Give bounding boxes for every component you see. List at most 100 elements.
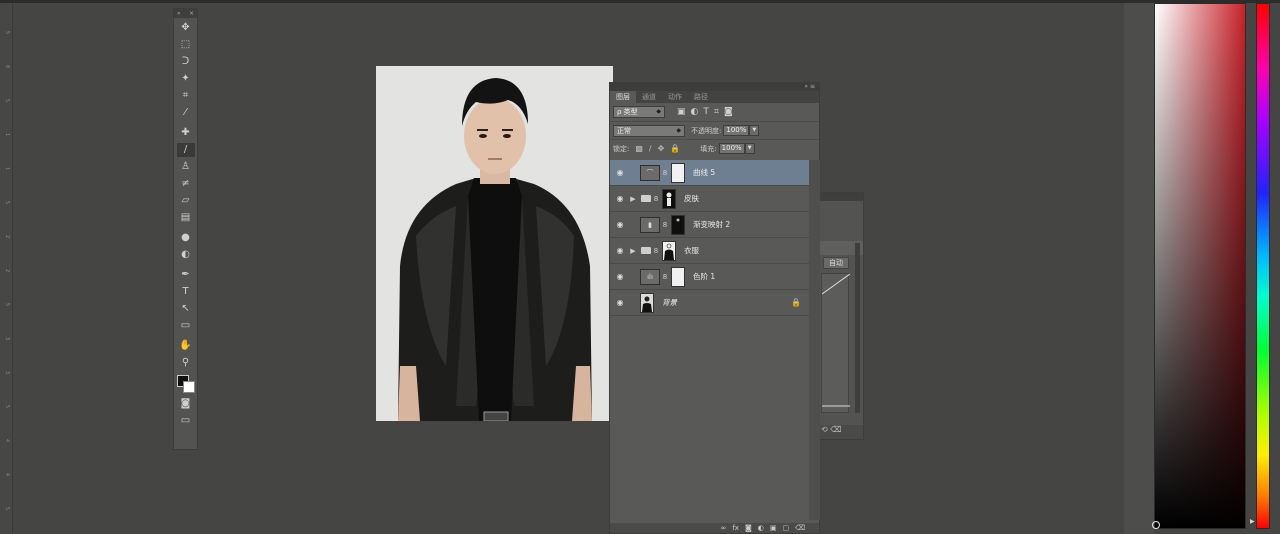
new-adjustment-icon[interactable]: ◐ (758, 523, 764, 533)
layer-row[interactable]: ◉ ⌒ 8 曲线 5 (610, 160, 809, 186)
document-canvas[interactable] (376, 66, 613, 421)
adjustment-filter-icon[interactable]: ◐ (691, 107, 699, 117)
screen-mode-icon[interactable]: ▭ (177, 414, 195, 428)
link-layers-icon[interactable]: ∞ (720, 523, 726, 533)
shape-filter-icon[interactable]: ⌗ (714, 107, 719, 117)
properties-footer[interactable]: ⟲ ⌫ (817, 425, 863, 439)
layer-mask-thumbnail[interactable] (662, 240, 676, 261)
fx-icon[interactable]: fx (732, 523, 739, 533)
crop-tool-icon[interactable]: ⌗ (177, 89, 195, 103)
color-swatches[interactable] (176, 374, 196, 394)
toolbox-header[interactable]: » × (174, 9, 197, 18)
visibility-eye-icon[interactable]: ◉ (612, 272, 628, 281)
mask-link-icon[interactable]: 8 (661, 273, 669, 281)
collapse-icon[interactable]: » (177, 9, 181, 18)
layer-mask-thumbnail[interactable] (671, 162, 685, 183)
properties-scrollbar[interactable] (855, 243, 860, 413)
hand-tool-icon[interactable]: ✋ (177, 339, 195, 353)
close-icon[interactable]: × (189, 9, 194, 18)
zoom-tool-icon[interactable]: ⚲ (177, 356, 195, 370)
quick-mask-icon[interactable]: ◙ (177, 397, 195, 411)
background-color-swatch[interactable] (182, 381, 195, 393)
lock-icons: ▩ / ✥ 🔒 (635, 144, 680, 153)
dodge-tool-icon[interactable]: ◐ (177, 248, 195, 262)
adjustment-thumbnail-icon[interactable]: ⌒ (640, 164, 660, 181)
visibility-eye-icon[interactable]: ◉ (612, 246, 628, 255)
layer-row[interactable]: ◉ ▶ 8 衣服 (610, 238, 809, 264)
fill-dropdown[interactable]: ▼ (744, 143, 755, 154)
healing-brush-tool-icon[interactable]: ✚ (177, 126, 195, 140)
tab-layers[interactable]: 图层 (610, 91, 636, 103)
move-tool-icon[interactable]: ✥ (177, 21, 195, 35)
layer-name: 背景 (662, 298, 677, 307)
folder-icon (641, 247, 651, 254)
layer-row[interactable]: ◉ ▮ 8 渐变映射 2 (610, 212, 809, 238)
lock-paint-icon[interactable]: / (649, 144, 652, 153)
delete-layer-icon[interactable]: ⌫ (795, 523, 805, 533)
type-tool-icon[interactable]: T (177, 285, 195, 299)
adjustment-thumbnail-icon[interactable]: ılı (640, 268, 660, 285)
hue-slider[interactable] (1256, 3, 1270, 529)
layers-scrollbar[interactable] (809, 160, 820, 520)
layer-mask-thumbnail[interactable] (671, 266, 685, 287)
tab-actions[interactable]: 动作 (662, 91, 688, 103)
properties-panel-header[interactable] (817, 193, 863, 201)
gradient-tool-icon[interactable]: ▤ (177, 211, 195, 225)
layer-row[interactable]: ◉ 背景 🔒 (610, 290, 809, 316)
blend-mode-select[interactable]: 正常 ◆ (613, 124, 685, 137)
tab-paths[interactable]: 路径 (688, 91, 714, 103)
adjustment-thumbnail-icon[interactable]: ▮ (640, 216, 660, 233)
tab-channels[interactable]: 通道 (636, 91, 662, 103)
visibility-eye-icon[interactable]: ◉ (612, 220, 628, 229)
path-selection-tool-icon[interactable]: ↖ (177, 302, 195, 316)
layer-name: 衣服 (684, 246, 699, 255)
mask-link-icon[interactable]: 8 (652, 247, 660, 255)
visibility-eye-icon[interactable]: ◉ (612, 194, 628, 203)
clone-stamp-tool-icon[interactable]: ♙ (177, 160, 195, 174)
auto-button[interactable]: 自动 (823, 257, 849, 269)
new-layer-icon[interactable]: ▢ (782, 523, 789, 533)
lock-all-icon[interactable]: 🔒 (670, 144, 680, 153)
curves-graph[interactable] (821, 273, 851, 413)
magic-wand-tool-icon[interactable]: ✦ (177, 72, 195, 86)
blur-tool-icon[interactable]: ● (177, 231, 195, 245)
layer-row[interactable]: ◉ ▶ 8 皮肤 (610, 186, 809, 212)
layers-panel: » ≡ 图层 通道 动作 路径 ρ 类型 ◆ ▣ ◐ T ⌗ ◙ 正常 ◆ 不透明度: … (609, 82, 820, 534)
layer-filter-select[interactable]: ρ 类型 ◆ (613, 106, 665, 118)
fill-input[interactable]: 100% (718, 143, 745, 154)
rectangle-tool-icon[interactable]: ▭ (177, 319, 195, 333)
lock-transparent-icon[interactable]: ▩ (635, 144, 643, 153)
layers-footer: ∞ fx ◙ ◐ ▣ ▢ ⌫ (610, 523, 819, 533)
mask-link-icon[interactable]: 8 (652, 195, 660, 203)
expand-arrow-icon[interactable]: ▶ (628, 195, 638, 203)
lock-move-icon[interactable]: ✥ (658, 144, 665, 153)
opacity-input[interactable]: 100% (723, 125, 750, 136)
lasso-tool-icon[interactable]: ᑐ (177, 55, 195, 69)
layer-mask-thumbnail[interactable] (662, 188, 676, 209)
brush-tool-icon[interactable]: / (176, 143, 195, 157)
pen-tool-icon[interactable]: ✒ (177, 268, 195, 282)
color-picker-field[interactable] (1154, 3, 1246, 529)
layer-mask-thumbnail[interactable] (671, 214, 685, 235)
eraser-tool-icon[interactable]: ▱ (177, 194, 195, 208)
visibility-eye-icon[interactable]: ◉ (612, 168, 628, 177)
pixel-filter-icon[interactable]: ▣ (677, 107, 686, 117)
expand-arrow-icon[interactable]: ▶ (628, 247, 638, 255)
layer-row[interactable]: ◉ ılı 8 色阶 1 (610, 264, 809, 290)
new-group-icon[interactable]: ▣ (770, 523, 777, 533)
mask-link-icon[interactable]: 8 (661, 169, 669, 177)
add-mask-icon[interactable]: ◙ (745, 523, 752, 533)
opacity-dropdown[interactable]: ▼ (749, 125, 760, 136)
hue-slider-handle[interactable]: ▶ (1250, 518, 1256, 525)
eyedropper-tool-icon[interactable]: ⁄ (177, 106, 195, 120)
panel-collapse-bar[interactable]: » ≡ (610, 83, 819, 91)
lock-label: 锁定: (613, 144, 630, 153)
marquee-tool-icon[interactable]: ⬚ (177, 38, 195, 52)
color-picker-marker[interactable] (1152, 521, 1160, 529)
visibility-eye-icon[interactable]: ◉ (612, 298, 628, 307)
type-filter-icon[interactable]: T (703, 107, 709, 117)
mask-link-icon[interactable]: 8 (661, 221, 669, 229)
layer-thumbnail[interactable] (640, 292, 654, 313)
smart-object-filter-icon[interactable]: ◙ (724, 107, 733, 117)
history-brush-tool-icon[interactable]: ≠ (177, 177, 195, 191)
